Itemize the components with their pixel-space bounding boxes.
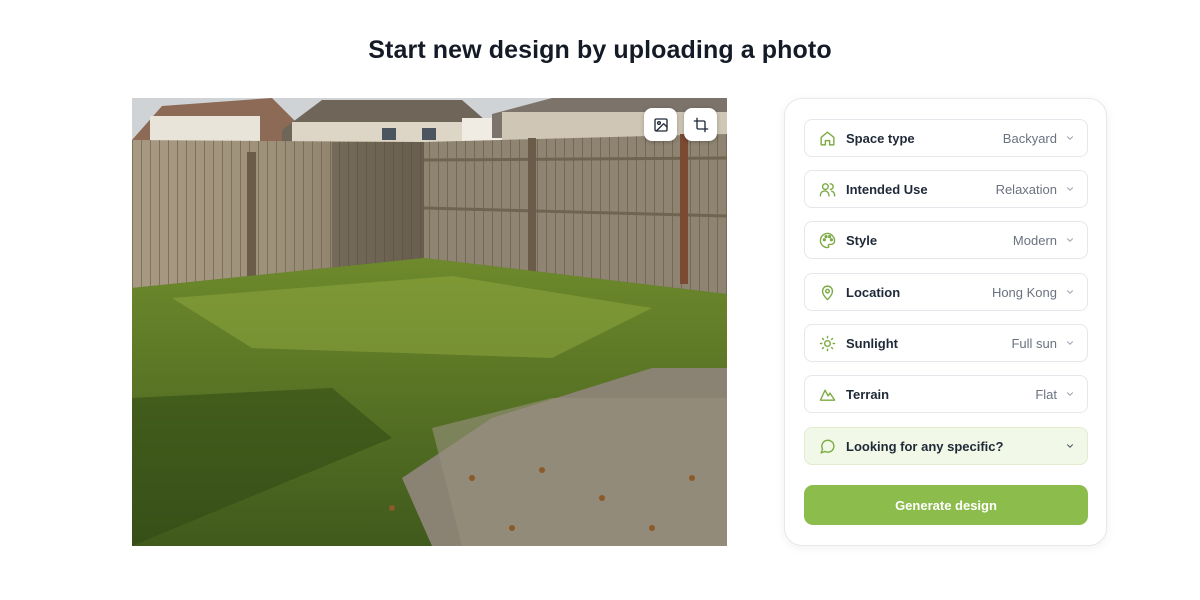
space-type-select[interactable]: Space type Backyard (804, 119, 1088, 157)
chevron-down-icon (1065, 389, 1075, 399)
map-pin-icon (818, 283, 836, 301)
style-select[interactable]: Style Modern (804, 221, 1088, 259)
intended-use-label: Intended Use (846, 181, 928, 197)
home-icon (818, 129, 836, 147)
space-type-value: Backyard (1002, 130, 1057, 146)
chevron-down-icon (1065, 287, 1075, 297)
chevron-down-icon (1065, 441, 1075, 451)
image-icon (653, 117, 669, 133)
terrain-value: Flat (1035, 386, 1057, 402)
chevron-down-icon (1065, 235, 1075, 245)
intended-use-value: Relaxation (995, 181, 1057, 197)
space-type-label: Space type (846, 130, 915, 146)
users-icon (818, 180, 836, 198)
sun-icon (818, 334, 836, 352)
sunlight-label: Sunlight (846, 335, 898, 351)
specific-request-label: Looking for any specific? (846, 438, 1004, 454)
terrain-select[interactable]: Terrain Flat (804, 375, 1088, 413)
crop-button[interactable] (684, 108, 717, 141)
backyard-photo-image (132, 98, 727, 546)
design-settings-panel: Space type Backyard Intended Use Relaxat… (784, 98, 1107, 546)
style-value: Modern (1012, 232, 1057, 248)
location-label: Location (846, 284, 901, 300)
palette-icon (818, 231, 836, 249)
message-circle-icon (818, 437, 836, 455)
crop-icon (693, 117, 709, 133)
location-value: Hong Kong (991, 284, 1057, 300)
terrain-label: Terrain (846, 386, 890, 402)
specific-request-toggle[interactable]: Looking for any specific? (804, 427, 1088, 465)
location-select[interactable]: Location Hong Kong (804, 273, 1088, 311)
replace-image-button[interactable] (644, 108, 677, 141)
generate-design-button[interactable]: Generate design (804, 485, 1088, 525)
chevron-down-icon (1065, 133, 1075, 143)
intended-use-select[interactable]: Intended Use Relaxation (804, 170, 1088, 208)
chevron-down-icon (1065, 184, 1075, 194)
page-title: Start new design by uploading a photo (368, 36, 832, 64)
mountain-icon (818, 385, 836, 403)
sunlight-value: Full sun (1011, 335, 1057, 351)
style-label: Style (846, 232, 878, 248)
chevron-down-icon (1065, 338, 1075, 348)
sunlight-select[interactable]: Sunlight Full sun (804, 324, 1088, 362)
uploaded-photo[interactable] (132, 98, 727, 546)
